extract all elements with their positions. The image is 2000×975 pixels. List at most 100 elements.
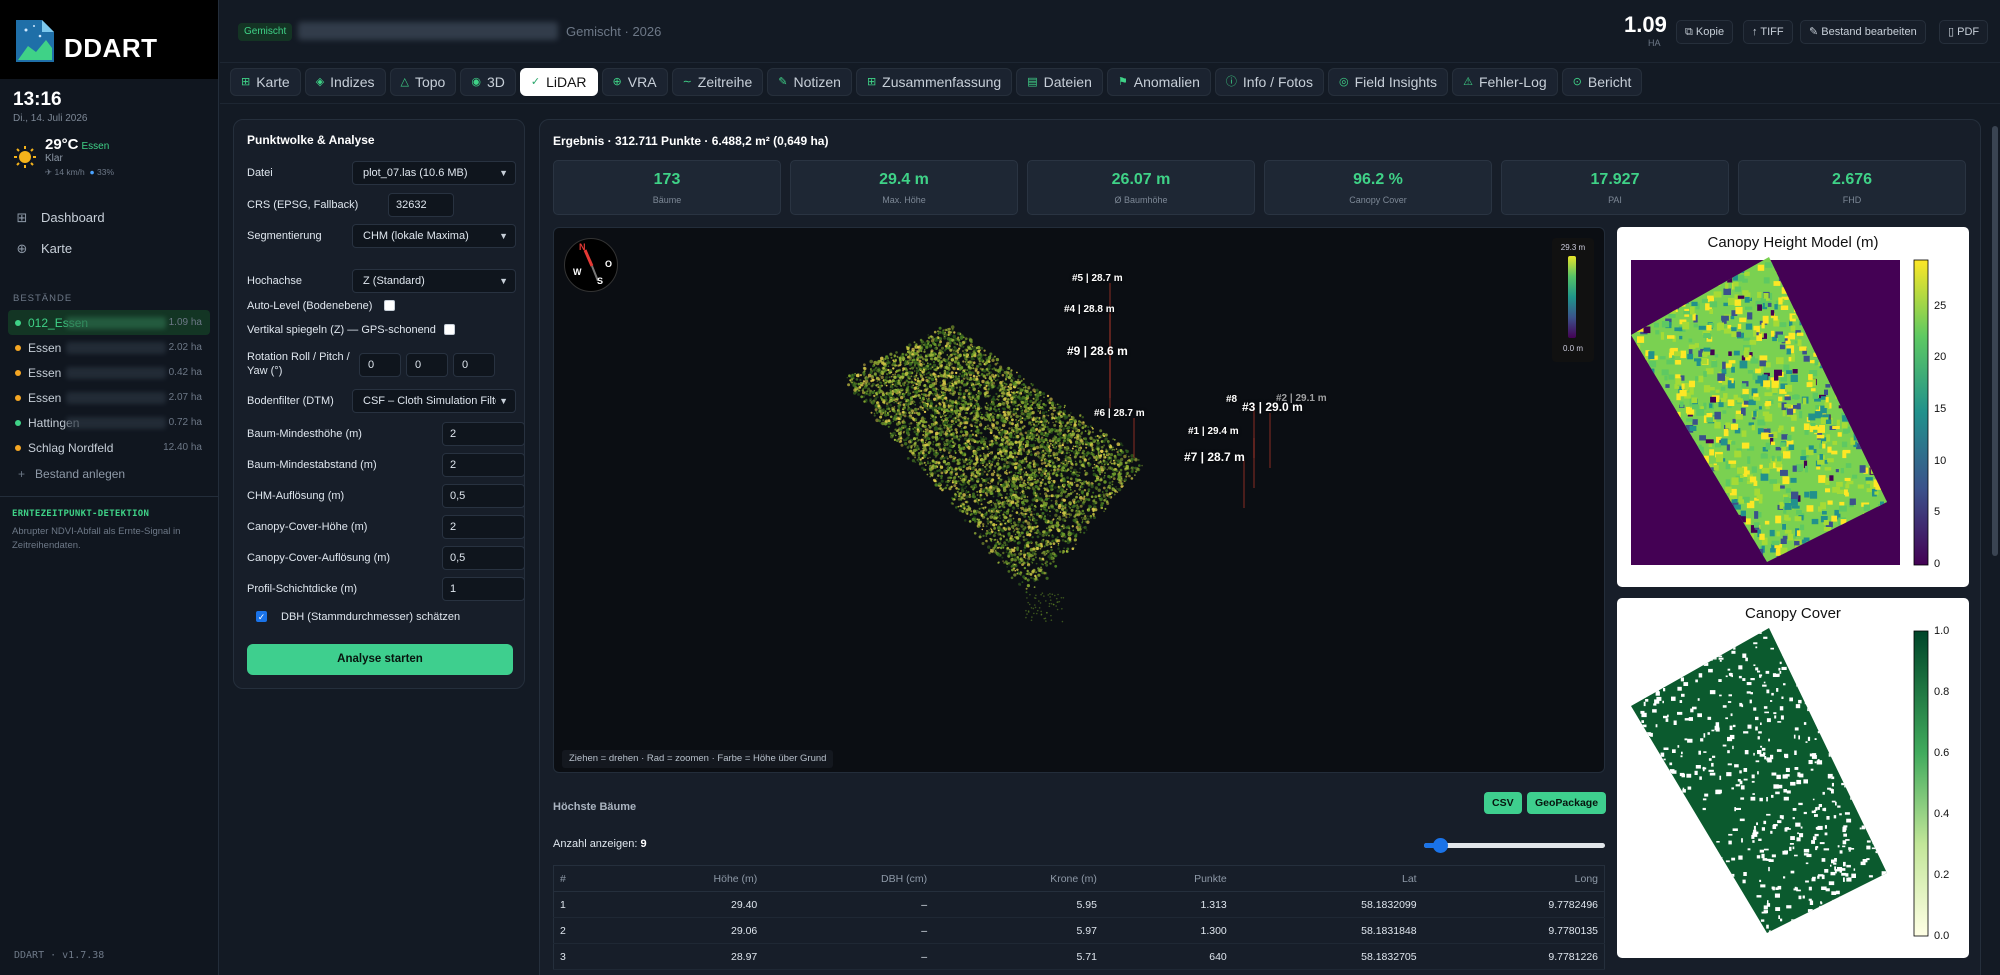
stand-name: Essen xyxy=(28,340,62,355)
tab-info-fotos[interactable]: ⓘ Info / Fotos xyxy=(1214,68,1324,96)
stand-item[interactable]: Essen 0.42 ha xyxy=(8,360,210,385)
flip-checkbox[interactable] xyxy=(444,324,455,335)
crs-input[interactable]: 32632 xyxy=(388,193,454,217)
nav-dashboard[interactable]: ⊞ Dashboard xyxy=(0,202,218,233)
stand-item[interactable]: Hattingen 0.72 ha xyxy=(8,410,210,435)
stat-value: 2.676 xyxy=(1831,171,1873,188)
stand-item[interactable]: Essen 2.07 ha xyxy=(8,385,210,410)
wave-icon: ∼ xyxy=(682,76,692,88)
axis-select[interactable]: Z (Standard) ▼ xyxy=(352,269,516,293)
table-row[interactable]: 2 29.06–5.97 1.300 58.1831848 9.7780135 xyxy=(553,917,1605,944)
segmentation-select[interactable]: CHM (lokale Maxima) ▼ xyxy=(352,224,516,248)
column-header: DBH (cm) xyxy=(763,865,934,892)
tab-fehler-log[interactable]: ⚠ Fehler-Log xyxy=(1452,68,1558,96)
slider-handle[interactable] xyxy=(1433,838,1449,853)
table-row[interactable]: 1 29.40–5.95 1.313 58.1832099 9.7782496 xyxy=(553,891,1605,918)
tab-zusammenfassung[interactable]: ⊞ Zusammenfassung xyxy=(855,68,1013,96)
geopackage-button[interactable]: GeoPackage xyxy=(1527,792,1607,814)
tab-anomalien[interactable]: ⚑ Anomalien xyxy=(1106,68,1211,96)
app-logo-icon xyxy=(16,19,54,62)
stat-label: Bäume xyxy=(652,195,682,205)
rotation-row: Rotation Roll / Pitch / Yaw (°) 0 0 0 xyxy=(247,350,513,380)
dbh-checkbox[interactable]: ✓ xyxy=(256,611,267,622)
tab-vra[interactable]: ⊕ VRA xyxy=(601,68,668,96)
table-cell: 5.71 xyxy=(933,943,1103,970)
tab-lidar[interactable]: ✓ LiDAR xyxy=(519,68,598,96)
tree-label: #3 | 29.0 m xyxy=(1242,400,1303,414)
edit-stand-button[interactable]: ✎ Bestand bearbeiten xyxy=(1800,20,1926,44)
autolevel-checkbox[interactable] xyxy=(384,300,395,311)
cc-colorbar-tick: 0.2 xyxy=(1934,869,1950,881)
copy-button[interactable]: ⧉ Kopie xyxy=(1676,20,1734,44)
table-cell: 1.300 xyxy=(1102,917,1233,944)
autolevel-label: Auto-Level (Bodenebene) xyxy=(247,300,373,312)
table-cell: 9.7780135 xyxy=(1422,917,1605,944)
ground-filter-select[interactable]: CSF – Cloth Simulation Filter ▼ xyxy=(352,389,516,413)
file-value: plot_07.las (10.6 MB) xyxy=(363,167,468,179)
download-icon: ↑ xyxy=(1752,26,1758,38)
stat-label: PAI xyxy=(1608,195,1622,205)
cc-res-input[interactable]: 0,5 xyxy=(442,546,525,570)
stand-type-badge: Gemischt xyxy=(238,23,293,41)
table-cell: 5.97 xyxy=(933,917,1103,944)
table-row[interactable]: 3 28.97–5.71 640 58.1832705 9.7781226 xyxy=(553,943,1605,970)
pitch-input[interactable]: 0 xyxy=(406,353,448,377)
min-dist-row: Baum-Mindestabstand (m) 2 xyxy=(247,453,525,477)
stand-item[interactable]: 012_Essen 1.09 ha xyxy=(8,310,210,335)
tab-field-insights[interactable]: ◎ Field Insights xyxy=(1327,68,1449,96)
table-cell: 29.06 xyxy=(623,917,764,944)
yaw-input[interactable]: 0 xyxy=(453,353,495,377)
chm-res-input[interactable]: 0,5 xyxy=(442,484,525,508)
edit-stand-label: Bestand bearbeiten xyxy=(1821,26,1917,38)
tab-indizes[interactable]: ◈ Indizes xyxy=(304,68,386,96)
page-scrollbar[interactable] xyxy=(1992,126,1998,556)
profile-input[interactable]: 1 xyxy=(442,577,525,601)
tree-label: #1 | 29.4 m xyxy=(1188,426,1239,437)
weather-widget: 29°C Essen Klar ✈ 14 km/h ● 33% xyxy=(0,124,218,178)
stand-name-redacted xyxy=(66,392,166,404)
tab-notizen[interactable]: ✎ Notizen xyxy=(767,68,852,96)
tab-zeitreihe[interactable]: ∼ Zeitreihe xyxy=(671,68,764,96)
min-dist-input[interactable]: 2 xyxy=(442,453,525,477)
tab-karte[interactable]: ⊞ Karte xyxy=(230,68,301,96)
status-dot xyxy=(15,345,21,351)
cc-height-input[interactable]: 2 xyxy=(442,515,525,539)
tab-3d[interactable]: ◉ 3D xyxy=(460,68,516,96)
run-analysis-button[interactable]: Analyse starten xyxy=(247,644,513,675)
tiff-label: TIFF xyxy=(1760,26,1784,38)
roll-input[interactable]: 0 xyxy=(359,353,401,377)
compass-west: W xyxy=(573,267,582,277)
weather-humidity: 33% xyxy=(97,167,115,177)
stand-area-unit: HA xyxy=(1648,38,1661,48)
pdf-button[interactable]: ▯ PDF xyxy=(1939,20,1989,44)
ground-filter-label: Bodenfilter (DTM) xyxy=(247,395,334,407)
file-select[interactable]: plot_07.las (10.6 MB) ▼ xyxy=(352,161,516,185)
tree-label: #9 | 28.6 m xyxy=(1067,344,1128,358)
compass-widget: N O S W xyxy=(564,238,618,292)
stand-item[interactable]: Schlag Nordfeld 12.40 ha xyxy=(8,435,210,460)
stand-item[interactable]: Essen 2.02 ha xyxy=(8,335,210,360)
add-stand-button[interactable]: + Bestand anlegen xyxy=(0,460,218,487)
result-panel: Ergebnis · 312.711 Punkte · 6.488,2 m² (… xyxy=(539,119,1981,975)
info-icon: ⓘ xyxy=(1225,76,1237,88)
result-title: Ergebnis · 312.711 Punkte · 6.488,2 m² (… xyxy=(553,134,829,148)
column-header: Lat xyxy=(1232,865,1423,892)
nav-karte[interactable]: ⊕ Karte xyxy=(0,233,218,264)
wind-icon: ✈ xyxy=(45,167,53,177)
csv-button[interactable]: CSV xyxy=(1484,792,1522,814)
point-cloud-viewer[interactable]: N O S W #5 | 28.7 m #4 | 28.8 m #9 | 28.6 … xyxy=(553,227,1605,773)
tab-label: Karte xyxy=(256,74,290,90)
tree-label: #7 | 28.7 m xyxy=(1184,450,1245,464)
min-height-input[interactable]: 2 xyxy=(442,422,525,446)
tab-bericht[interactable]: ⊙ Bericht xyxy=(1561,68,1643,96)
tiff-button[interactable]: ↑ TIFF xyxy=(1743,20,1793,44)
sun-icon xyxy=(14,146,36,168)
tab-dateien[interactable]: ▤ Dateien xyxy=(1016,68,1103,96)
brand[interactable]: DDART xyxy=(0,0,218,79)
header: Gemischt Gemischt · 2026 1.09 HA ⧉ Kopie… xyxy=(220,0,2000,63)
stands-title: BESTÄNDE xyxy=(13,293,73,304)
ground-filter-row: Bodenfilter (DTM) CSF – Cloth Simulation… xyxy=(247,389,516,413)
segmentation-row: Segmentierung CHM (lokale Maxima) ▼ xyxy=(247,224,516,248)
tab-topo[interactable]: △ Topo xyxy=(389,68,457,96)
tree-count-slider[interactable] xyxy=(1424,838,1605,853)
